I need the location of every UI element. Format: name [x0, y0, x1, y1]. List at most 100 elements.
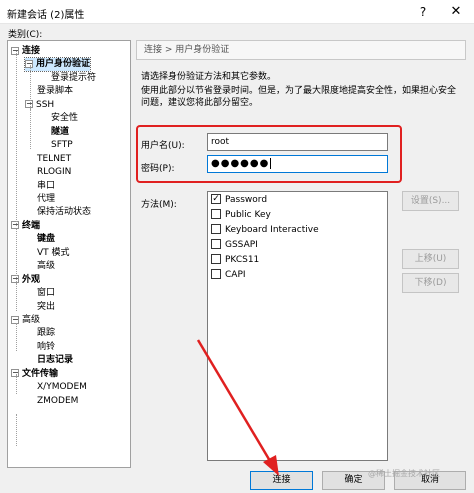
tree-guide-line	[30, 109, 31, 149]
move-down-button[interactable]: 下移(D)	[402, 273, 459, 293]
tree-item-label: 连接	[22, 46, 41, 56]
tree-item[interactable]: X/YMODEM	[37, 381, 87, 394]
tree-guide-line	[16, 323, 17, 351]
tree-item-label: 响铃	[37, 341, 56, 352]
collapse-toggle-icon[interactable]: −	[11, 315, 19, 324]
method-item[interactable]: CAPI	[211, 268, 246, 282]
tree-guide-line	[16, 51, 17, 226]
collapse-toggle-icon[interactable]: −	[11, 369, 19, 378]
username-label: 用户名(U):	[141, 141, 185, 151]
method-item[interactable]: PKCS11	[211, 253, 259, 267]
tree-item-label: 突出	[37, 301, 56, 312]
tree-item[interactable]: 跟踪	[37, 327, 55, 340]
method-item[interactable]: ✓ Password	[211, 193, 267, 207]
tree-item[interactable]: 安全性	[51, 112, 78, 125]
password-value: ●●●●●●	[211, 158, 270, 169]
tree-item[interactable]: − 用户身份验证	[23, 57, 92, 73]
tree-item[interactable]: 日志记录	[37, 354, 73, 367]
tree-item[interactable]: RLOGIN	[37, 166, 71, 179]
tree-item-label: 登录提示符	[51, 72, 97, 83]
tree-item[interactable]: 突出	[37, 301, 55, 314]
window-title: 新建会话 (2)属性	[7, 10, 85, 21]
tree-item-label: ZMODEM	[37, 395, 79, 406]
tree-guide-line	[16, 414, 17, 446]
tree-item[interactable]: VT 模式	[37, 247, 70, 260]
tree-item[interactable]: − 文件传输	[11, 368, 58, 381]
checkbox-icon[interactable]	[211, 253, 221, 264]
tree-item-label: 文件传输	[22, 368, 59, 379]
method-item[interactable]: Public Key	[211, 208, 271, 222]
tree-guide-line	[16, 229, 17, 284]
tree-item[interactable]: 键盘	[37, 233, 55, 246]
tree-item-label: 跟踪	[37, 328, 56, 339]
method-item-label: GSSAPI	[225, 240, 258, 250]
text-caret	[270, 158, 272, 169]
connect-button[interactable]: 连接	[250, 471, 313, 490]
checkbox-icon[interactable]	[211, 268, 221, 279]
help-icon[interactable]: ?	[408, 0, 438, 24]
tree-item[interactable]: ZMODEM	[37, 395, 78, 408]
checkbox-icon[interactable]	[211, 223, 221, 234]
tree-item[interactable]: TELNET	[37, 153, 71, 166]
tree-item-label: 串口	[37, 180, 56, 191]
tree-item[interactable]: 响铃	[37, 341, 55, 354]
methods-label: 方法(M):	[141, 200, 177, 210]
tree-item-label: SSH	[36, 99, 55, 110]
method-item-label: CAPI	[225, 270, 246, 280]
intro-text: 请选择身份验证方法和其它参数。	[141, 72, 277, 82]
checkbox-icon[interactable]	[211, 238, 221, 249]
collapse-toggle-icon[interactable]: −	[25, 59, 33, 68]
watermark: @稀土掘金技术社区	[368, 469, 440, 478]
checkbox-icon[interactable]	[211, 208, 221, 219]
tree-item-label: SFTP	[51, 140, 73, 151]
tree-item-label: 用户身份验证	[36, 59, 91, 70]
breadcrumb: 连接 > 用户身份验证	[136, 40, 466, 60]
username-value: root	[211, 137, 230, 147]
tree-item-label: TELNET	[37, 153, 72, 164]
tree-item-label: X/YMODEM	[37, 382, 87, 393]
tree-item[interactable]: 登录提示符	[51, 72, 96, 85]
username-input[interactable]: root	[207, 133, 388, 151]
collapse-toggle-icon[interactable]: −	[11, 221, 19, 230]
tree-item-label: 代理	[37, 193, 56, 204]
tree-item[interactable]: 高级	[37, 260, 55, 273]
collapse-toggle-icon[interactable]: −	[11, 46, 19, 55]
method-item[interactable]: GSSAPI	[211, 238, 258, 252]
tree-item-label: 登录脚本	[37, 86, 74, 97]
tree-item[interactable]: SFTP	[51, 139, 73, 152]
tree-item-label: 终端	[22, 220, 41, 231]
password-input[interactable]: ●●●●●●	[207, 155, 388, 173]
tree-item-label: 保持活动状态	[37, 207, 92, 218]
method-item-label: Public Key	[225, 210, 271, 220]
tree-item-label: 高级	[22, 315, 41, 325]
tree-item[interactable]: 窗口	[37, 287, 55, 300]
settings-button[interactable]: 设置(S)...	[402, 191, 459, 211]
tree-item[interactable]: 代理	[37, 193, 55, 206]
tree-item-label: 日志记录	[37, 355, 74, 366]
method-list[interactable]: ✓ Password Public Key Keyboard Interactive G…	[207, 191, 388, 461]
category-label: 类别(C):	[8, 30, 43, 40]
tree-item[interactable]: 保持活动状态	[37, 206, 91, 219]
tree-guide-line	[16, 374, 17, 394]
tree-item[interactable]: 串口	[37, 180, 55, 193]
tree-item-label: VT 模式	[37, 247, 70, 258]
tree-item[interactable]: 登录脚本	[37, 85, 73, 98]
method-item-label: PKCS11	[225, 255, 260, 265]
tree-item[interactable]: 隧道	[51, 126, 69, 139]
tree-item-label: 窗口	[37, 288, 56, 299]
close-icon[interactable]: ✕	[438, 0, 474, 24]
tree-item-label: 键盘	[37, 234, 56, 245]
collapse-toggle-icon[interactable]: −	[11, 275, 19, 284]
tree-item-label: 安全性	[51, 113, 79, 124]
tree-item-label: 外观	[22, 274, 41, 285]
title-bar: 新建会话 (2)属性 ? ✕	[0, 0, 474, 24]
collapse-toggle-icon[interactable]: −	[25, 100, 33, 109]
tree-item-label: RLOGIN	[37, 167, 72, 178]
tree-item-label: 高级	[37, 261, 56, 272]
move-up-button[interactable]: 上移(U)	[402, 249, 459, 269]
category-tree[interactable]: − 连接 − 用户身份验证 登录提示符 登录脚本 − SSH 安全性 隧道 SFTP TELNET RL…	[7, 40, 131, 468]
method-item[interactable]: Keyboard Interactive	[211, 223, 319, 237]
checkbox-checked-icon[interactable]: ✓	[211, 193, 221, 204]
password-label: 密码(P):	[141, 164, 175, 174]
tree-guide-line	[16, 283, 17, 311]
